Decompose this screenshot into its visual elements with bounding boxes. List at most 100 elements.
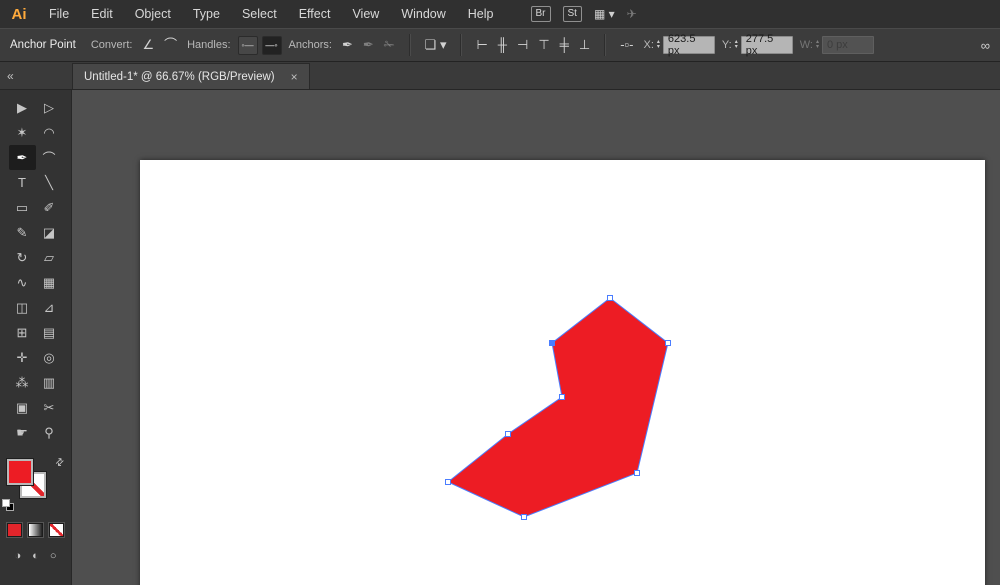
eyedropper-tool[interactable]: ✛ bbox=[9, 345, 36, 370]
y-label: Y: bbox=[722, 39, 732, 51]
stepper-down-icon[interactable]: ▾ bbox=[735, 45, 738, 50]
anchor-point-size-icon[interactable]: -▫- bbox=[617, 35, 636, 55]
canvas[interactable] bbox=[72, 90, 1000, 585]
menu-object[interactable]: Object bbox=[124, 0, 182, 28]
menu-edit[interactable]: Edit bbox=[80, 0, 124, 28]
tab-close-icon[interactable]: × bbox=[291, 70, 298, 84]
control-bar-title: Anchor Point bbox=[10, 39, 76, 51]
align-right-button[interactable]: ⊣ bbox=[514, 35, 531, 55]
workspace-switcher[interactable]: ▦ ▾ bbox=[594, 7, 615, 21]
type-tool[interactable]: T bbox=[9, 170, 36, 195]
curvature-tool[interactable]: ⌒ bbox=[36, 145, 63, 170]
zoom-tool[interactable]: ⚲ bbox=[36, 420, 63, 445]
symbol-sprayer-tool[interactable]: ⁂ bbox=[9, 370, 36, 395]
menu-effect[interactable]: Effect bbox=[288, 0, 342, 28]
align-center-button[interactable]: ╫ bbox=[495, 35, 510, 55]
main-area: ▶▷✶◠✒⌒T╲▭✐✎◪↻▱∿▦◫⊿⊞▤✛◎⁂▥▣✂☛⚲ ⇄ ◑ ◐ ○ bbox=[0, 90, 1000, 585]
swap-fill-stroke-icon[interactable]: ⇄ bbox=[53, 456, 67, 470]
lasso-tool[interactable]: ◠ bbox=[36, 120, 63, 145]
artboard-tool[interactable]: ▣ bbox=[9, 395, 36, 420]
anchor-point[interactable] bbox=[635, 471, 640, 476]
anchor-point[interactable] bbox=[506, 432, 511, 437]
screen-mode-menu-button[interactable]: ◐ bbox=[32, 550, 39, 562]
screen-mode-buttons: ◑ ◐ ○ bbox=[15, 550, 57, 562]
anchor-point[interactable] bbox=[608, 296, 613, 301]
gradient-button[interactable] bbox=[28, 523, 43, 537]
anchor-point-selected[interactable] bbox=[550, 341, 555, 346]
rectangle-tool[interactable]: ▭ bbox=[9, 195, 36, 220]
align-bottom-button[interactable]: ⊥ bbox=[576, 35, 593, 55]
add-anchor-button[interactable]: ✒ bbox=[360, 35, 377, 55]
menu-type[interactable]: Type bbox=[182, 0, 231, 28]
perspective-grid-tool[interactable]: ⊿ bbox=[36, 295, 63, 320]
line-segment-tool[interactable]: ╲ bbox=[36, 170, 63, 195]
hide-handles-button[interactable]: ―◦ bbox=[262, 36, 282, 55]
tab-bar: « Untitled-1* @ 66.67% (RGB/Preview) × bbox=[0, 62, 1000, 90]
anchor-point[interactable] bbox=[560, 395, 565, 400]
y-stepper[interactable]: ▴ ▾ bbox=[735, 40, 738, 50]
align-left-button[interactable]: ⊢ bbox=[473, 35, 490, 55]
bridge-button[interactable]: Br bbox=[531, 6, 551, 22]
align-top-button[interactable]: ⊤ bbox=[535, 35, 552, 55]
slice-tool[interactable]: ✂ bbox=[36, 395, 63, 420]
separator bbox=[409, 34, 411, 56]
w-input: 0 px bbox=[822, 36, 874, 54]
scale-tool[interactable]: ▱ bbox=[36, 245, 63, 270]
fill-swatch[interactable] bbox=[7, 459, 33, 485]
menu-file[interactable]: File bbox=[38, 0, 80, 28]
width-tool[interactable]: ∿ bbox=[9, 270, 36, 295]
menu-select[interactable]: Select bbox=[231, 0, 288, 28]
handles-label: Handles: bbox=[187, 39, 230, 51]
w-field-group: W: ▴ ▾ 0 px bbox=[800, 36, 874, 54]
screen-mode-full-button[interactable]: ○ bbox=[50, 550, 57, 562]
gradient-tool[interactable]: ▤ bbox=[36, 320, 63, 345]
w-stepper: ▴ ▾ bbox=[816, 40, 819, 50]
blend-tool[interactable]: ◎ bbox=[36, 345, 63, 370]
default-fill-stroke-icon[interactable] bbox=[2, 499, 14, 511]
menu-view[interactable]: View bbox=[341, 0, 390, 28]
none-button[interactable] bbox=[49, 523, 64, 537]
pen-tool[interactable]: ✒ bbox=[9, 145, 36, 170]
constrain-link-icon[interactable]: ∞ bbox=[981, 38, 990, 53]
selection-tool[interactable]: ▶ bbox=[9, 95, 36, 120]
cut-path-button[interactable]: ✁ bbox=[381, 35, 398, 55]
eraser-tool[interactable]: ◪ bbox=[36, 220, 63, 245]
hand-tool[interactable]: ☛ bbox=[9, 420, 36, 445]
fill-stroke-widget: ⇄ bbox=[7, 459, 65, 507]
show-handles-button[interactable]: ◦― bbox=[238, 36, 258, 55]
color-button[interactable] bbox=[7, 523, 22, 537]
menu-help[interactable]: Help bbox=[457, 0, 505, 28]
color-mode-buttons bbox=[7, 523, 64, 537]
pencil-tool[interactable]: ✎ bbox=[9, 220, 36, 245]
panel-collapse-button[interactable]: « bbox=[0, 62, 72, 89]
anchor-buttons: ✒✒✁ bbox=[339, 35, 398, 55]
stepper-down-icon[interactable]: ▾ bbox=[657, 45, 660, 50]
magic-wand-tool[interactable]: ✶ bbox=[9, 120, 36, 145]
document-tab-title: Untitled-1* @ 66.67% (RGB/Preview) bbox=[84, 71, 275, 83]
menu-window[interactable]: Window bbox=[390, 0, 456, 28]
rotate-tool[interactable]: ↻ bbox=[9, 245, 36, 270]
x-input[interactable]: 623.5 px bbox=[663, 36, 715, 54]
anchor-point[interactable] bbox=[666, 341, 671, 346]
document-setup-dropdown[interactable]: ❏ ▾ bbox=[422, 35, 450, 55]
app-logo[interactable]: Ai bbox=[0, 0, 38, 28]
convert-to-corner-button[interactable]: ∠ bbox=[139, 35, 157, 55]
direct-selection-tool[interactable]: ▷ bbox=[36, 95, 63, 120]
screen-mode-normal-button[interactable]: ◑ bbox=[15, 550, 22, 562]
mesh-tool[interactable]: ⊞ bbox=[9, 320, 36, 345]
document-tab[interactable]: Untitled-1* @ 66.67% (RGB/Preview) × bbox=[72, 63, 310, 89]
share-icon[interactable]: ✈ bbox=[627, 7, 637, 21]
y-input[interactable]: 277.5 px bbox=[741, 36, 793, 54]
anchor-point[interactable] bbox=[522, 515, 527, 520]
align-middle-button[interactable]: ╪ bbox=[557, 35, 572, 55]
selected-shape[interactable] bbox=[448, 298, 668, 517]
remove-anchor-button[interactable]: ✒ bbox=[339, 35, 356, 55]
anchor-point[interactable] bbox=[446, 480, 451, 485]
free-transform-tool[interactable]: ▦ bbox=[36, 270, 63, 295]
column-graph-tool[interactable]: ▥ bbox=[36, 370, 63, 395]
x-stepper[interactable]: ▴ ▾ bbox=[657, 40, 660, 50]
convert-to-smooth-button[interactable]: ⌒ bbox=[161, 35, 180, 55]
shape-builder-tool[interactable]: ◫ bbox=[9, 295, 36, 320]
paintbrush-tool[interactable]: ✐ bbox=[36, 195, 63, 220]
stock-button[interactable]: St bbox=[563, 6, 582, 22]
